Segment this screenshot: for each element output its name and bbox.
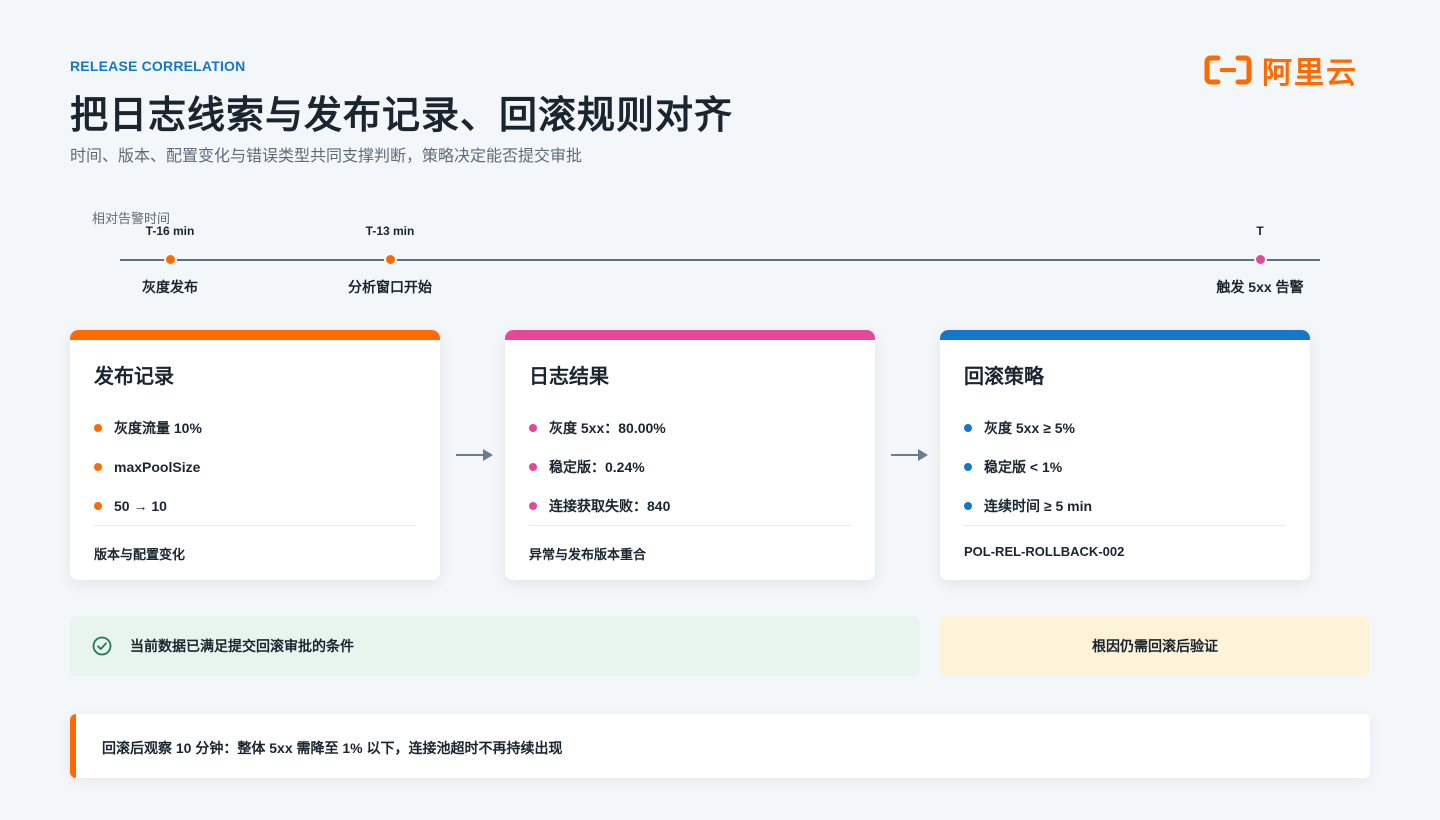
- check-circle-icon: [92, 636, 112, 656]
- bullet-dot-icon: [964, 501, 972, 510]
- list-item: maxPoolSize: [94, 447, 202, 486]
- list-item: 灰度 5xx：80.00%: [529, 408, 670, 447]
- list-item-text: 稳定版 < 1%: [984, 458, 1063, 475]
- card-accent-bar: [940, 330, 1310, 340]
- release-record-card: 发布记录 灰度流量 10% maxPoolSize 50 → 10 版本与配置变…: [70, 330, 440, 580]
- list-item: 连接获取失败：840: [529, 486, 670, 525]
- arrow-right-icon: [456, 449, 493, 461]
- timeline-dot: [1253, 253, 1267, 266]
- list-item-text: 灰度 5xx ≥ 5%: [984, 419, 1075, 436]
- bullet-dot-icon: [529, 501, 537, 510]
- approval-ready-banner: 当前数据已满足提交回滚审批的条件: [70, 616, 920, 676]
- bullet-dot-icon: [964, 462, 972, 471]
- list-item: 连续时间 ≥ 5 min: [964, 486, 1092, 525]
- approval-ready-text: 当前数据已满足提交回滚审批的条件: [130, 638, 354, 654]
- list-item: 稳定版：0.24%: [529, 447, 670, 486]
- card-footer: POL-REL-ROLLBACK-002: [964, 544, 1125, 559]
- list-item: 50 → 10: [94, 486, 202, 525]
- aliyun-bracket-logo-icon: [1204, 55, 1252, 85]
- brand-logo: 阿里云: [1204, 48, 1358, 92]
- list-item: 稳定版 < 1%: [964, 447, 1092, 486]
- timeline-time: T: [1256, 224, 1264, 238]
- card-title: 日志结果: [529, 366, 609, 388]
- note-accent-bar: [70, 714, 76, 778]
- timeline-label: 分析窗口开始: [348, 279, 432, 295]
- card-accent-bar: [505, 330, 875, 340]
- root-cause-warning-banner: 根因仍需回滚后验证: [940, 616, 1370, 676]
- bullet-dot-icon: [94, 501, 102, 510]
- list-item-text: 连接获取失败：840: [549, 497, 671, 514]
- bullet-dot-icon: [94, 462, 102, 471]
- brand-logo-text: 阿里云: [1262, 57, 1358, 90]
- note-text: 回滚后观察 10 分钟：整体 5xx 需降至 1% 以下，连接池超时不再持续出现: [102, 740, 563, 756]
- bullet-dot-icon: [964, 423, 972, 432]
- timeline-time: T-16 min: [145, 224, 195, 238]
- card-divider: [529, 525, 851, 526]
- list-item-text: 灰度流量 10%: [114, 419, 202, 436]
- card-footer: 异常与发布版本重合: [529, 547, 647, 562]
- card-divider: [964, 525, 1286, 526]
- timeline-label: 触发 5xx 告警: [1216, 279, 1304, 295]
- page-subtitle: 时间、版本、配置变化与错误类型共同支撑判断，策略决定能否提交审批: [70, 148, 583, 165]
- timeline-axis: [120, 259, 1320, 261]
- timeline-dot: [383, 253, 397, 266]
- card-item-list: 灰度流量 10% maxPoolSize 50 → 10: [94, 408, 202, 525]
- list-item: 灰度 5xx ≥ 5%: [964, 408, 1092, 447]
- bullet-dot-icon: [94, 423, 102, 432]
- list-item-text: 灰度 5xx：80.00%: [549, 419, 666, 436]
- list-item-text: 连续时间 ≥ 5 min: [984, 497, 1093, 514]
- timeline-point-canary-release: T-16 min 灰度发布: [90, 224, 250, 297]
- log-result-card: 日志结果 灰度 5xx：80.00% 稳定版：0.24% 连接获取失败：840 …: [505, 330, 875, 580]
- timeline-label: 灰度发布: [142, 279, 198, 295]
- section-eyebrow: RELEASE CORRELATION: [70, 58, 246, 74]
- root-cause-warning-text: 根因仍需回滚后验证: [1092, 638, 1218, 654]
- timeline-time: T-13 min: [365, 224, 415, 238]
- card-item-list: 灰度 5xx ≥ 5% 稳定版 < 1% 连续时间 ≥ 5 min: [964, 408, 1092, 525]
- card-item-list: 灰度 5xx：80.00% 稳定版：0.24% 连接获取失败：840: [529, 408, 670, 525]
- card-title: 回滚策略: [964, 366, 1044, 388]
- bullet-dot-icon: [529, 423, 537, 432]
- timeline-point-analysis-window: T-13 min 分析窗口开始: [310, 224, 470, 297]
- card-footer: 版本与配置变化: [94, 547, 186, 562]
- timeline-point-alert: T 触发 5xx 告警: [1180, 224, 1340, 297]
- timeline-dot: [163, 253, 177, 266]
- rollback-policy-card: 回滚策略 灰度 5xx ≥ 5% 稳定版 < 1% 连续时间 ≥ 5 min P…: [940, 330, 1310, 580]
- page-title: 把日志线索与发布记录、回滚规则对齐: [70, 95, 734, 137]
- list-item-text: 50 → 10: [114, 497, 167, 514]
- card-accent-bar: [70, 330, 440, 340]
- list-item: 灰度流量 10%: [94, 408, 202, 447]
- card-title: 发布记录: [94, 366, 174, 388]
- card-divider: [94, 525, 416, 526]
- list-item-text: maxPoolSize: [114, 458, 201, 475]
- post-rollback-observation-note: 回滚后观察 10 分钟：整体 5xx 需降至 1% 以下，连接池超时不再持续出现: [70, 714, 1370, 778]
- list-item-text: 稳定版：0.24%: [549, 458, 645, 475]
- arrow-right-icon: [891, 449, 928, 461]
- bullet-dot-icon: [529, 462, 537, 471]
